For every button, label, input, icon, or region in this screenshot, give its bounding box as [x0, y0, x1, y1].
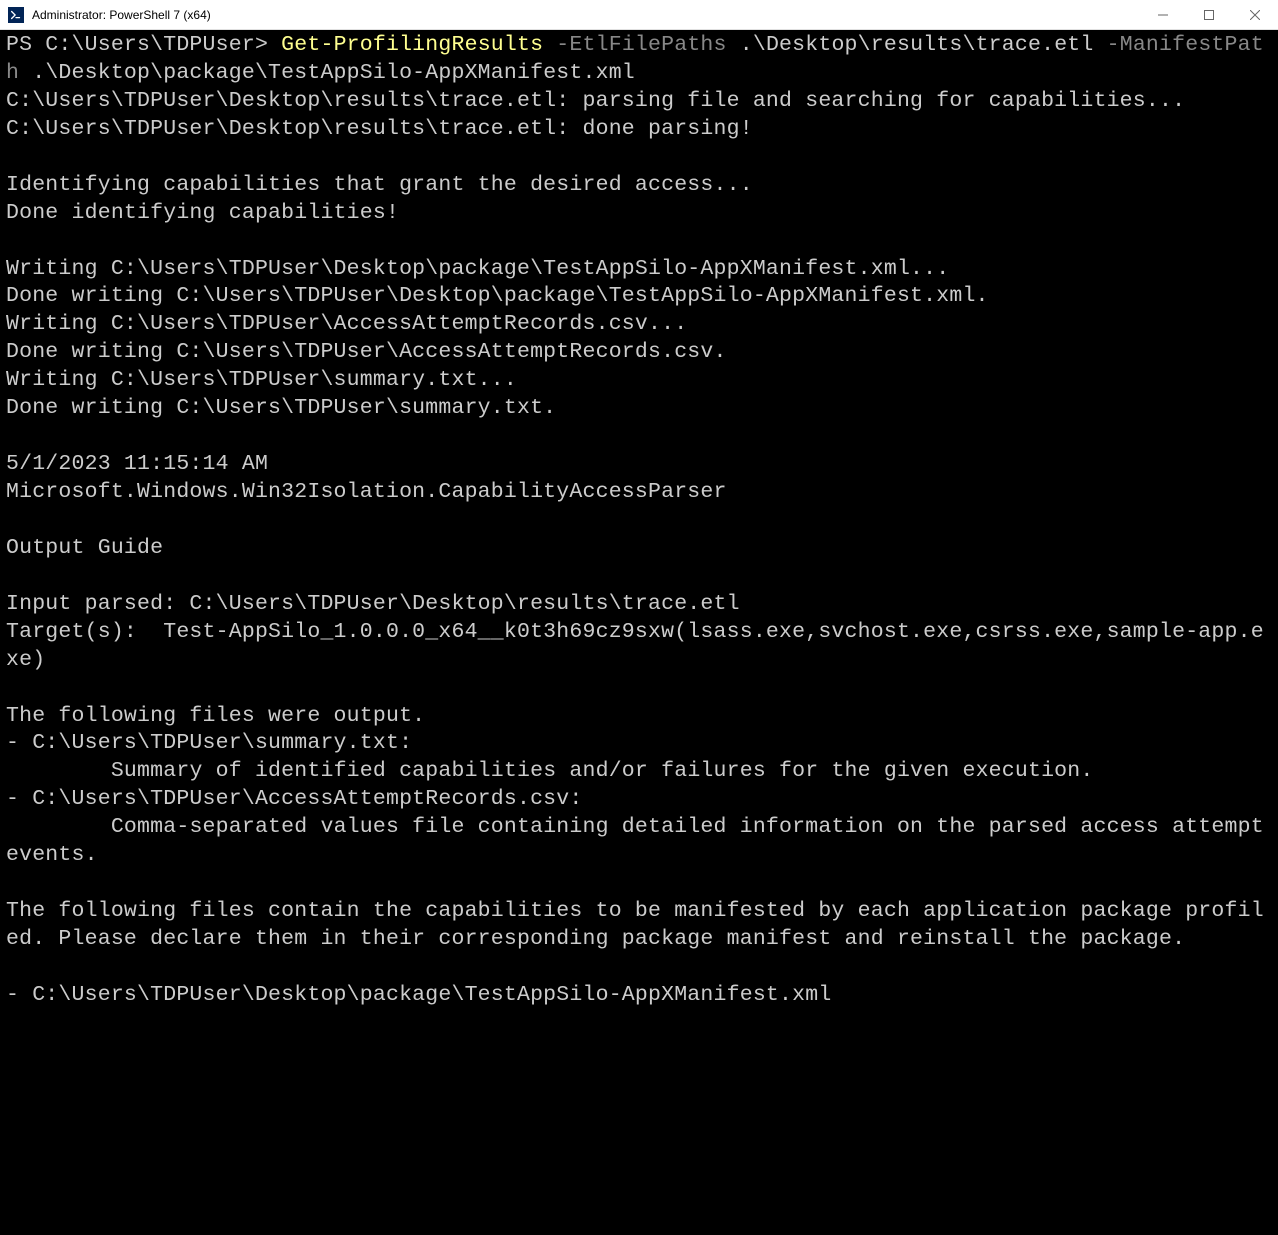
powershell-icon	[8, 7, 24, 23]
close-button[interactable]	[1232, 0, 1278, 29]
param1-name: -EtlFilePaths	[543, 33, 726, 57]
param2-value: .\Desktop\package\TestAppSilo-AppXManife…	[19, 61, 635, 85]
terminal-area[interactable]: PS C:\Users\TDPUser> Get-ProfilingResult…	[0, 30, 1278, 1012]
terminal-output: C:\Users\TDPUser\Desktop\results\trace.e…	[6, 89, 1277, 1007]
titlebar[interactable]: Administrator: PowerShell 7 (x64)	[0, 0, 1278, 30]
prompt: PS C:\Users\TDPUser>	[6, 33, 281, 57]
param1-value: .\Desktop\results\trace.etl	[727, 33, 1107, 57]
titlebar-left: Administrator: PowerShell 7 (x64)	[8, 7, 211, 23]
minimize-button[interactable]	[1140, 0, 1186, 29]
window-controls	[1140, 0, 1278, 29]
maximize-button[interactable]	[1186, 0, 1232, 29]
window-title: Administrator: PowerShell 7 (x64)	[32, 8, 211, 22]
command-name: Get-ProfilingResults	[281, 33, 543, 57]
